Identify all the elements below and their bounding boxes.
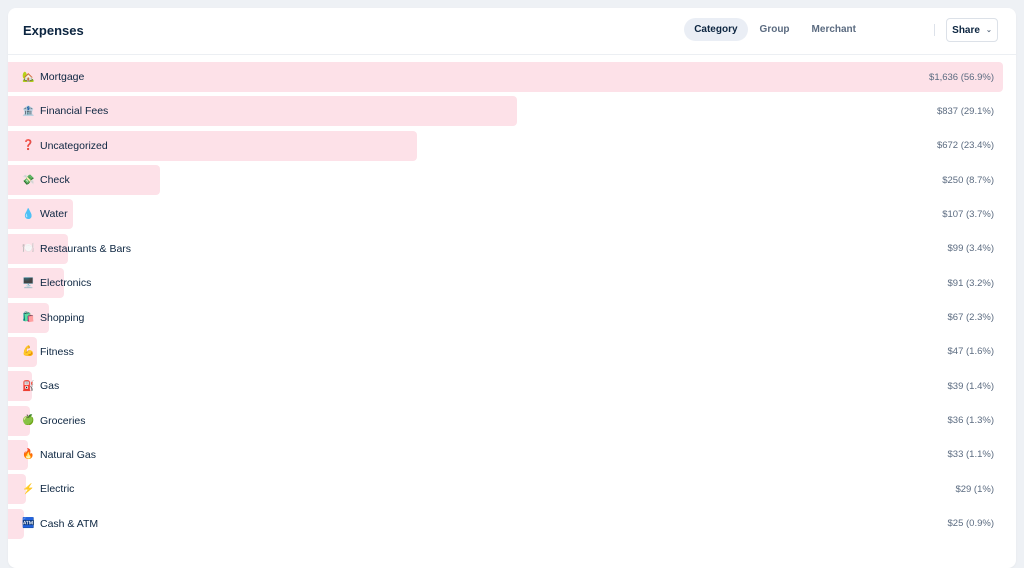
category-icon: 🛍️ [22, 312, 35, 324]
category-name: Fitness [40, 345, 74, 358]
category-amount: $1,636 (56.9%) [929, 71, 994, 83]
category-row[interactable]: 🔥 Natural Gas $33 (1.1%) [8, 439, 1016, 470]
category-icon: 💧 [22, 208, 35, 220]
category-label: 🛍️ Shopping [22, 303, 84, 333]
category-label: 🏧 Cash & ATM [22, 509, 98, 539]
category-name: Check [40, 174, 70, 187]
tab-category[interactable]: Category [684, 18, 748, 41]
category-amount: $672 (23.4%) [936, 140, 994, 152]
category-bar [8, 62, 1003, 92]
category-row[interactable]: 🍏 Groceries $36 (1.3%) [8, 405, 1016, 436]
category-amount: $250 (8.7%) [942, 174, 994, 186]
category-amount: $29 (1%) [955, 483, 994, 495]
category-row[interactable]: 💸 Check $250 (8.7%) [8, 165, 1016, 196]
category-icon: 🔥 [22, 449, 35, 461]
category-name: Electric [40, 483, 75, 496]
category-label: 🖥️ Electronics [22, 268, 91, 298]
category-label: ❓ Uncategorized [22, 131, 108, 161]
category-amount: $107 (3.7%) [942, 208, 994, 220]
category-label: 🍽️ Restaurants & Bars [22, 234, 131, 264]
category-name: Financial Fees [40, 105, 109, 118]
category-name: Restaurants & Bars [40, 242, 132, 255]
category-label: 🍏 Groceries [22, 406, 86, 436]
category-row[interactable]: 🛍️ Shopping $67 (2.3%) [8, 302, 1016, 333]
tab-merchant[interactable]: Merchant [802, 18, 866, 41]
category-label: 🔥 Natural Gas [22, 440, 96, 470]
category-name: Shopping [40, 311, 85, 324]
category-row[interactable]: 🖥️ Electronics $91 (3.2%) [8, 268, 1016, 299]
category-row[interactable]: ❓ Uncategorized $672 (23.4%) [8, 130, 1016, 161]
category-amount: $33 (1.1%) [947, 449, 994, 461]
category-amount: $99 (3.4%) [947, 243, 994, 255]
category-row[interactable]: ⚡ Electric $29 (1%) [8, 474, 1016, 505]
category-row[interactable]: 🏦 Financial Fees $837 (29.1%) [8, 96, 1016, 127]
category-icon: 💪 [22, 346, 35, 358]
category-amount: $36 (1.3%) [947, 415, 994, 427]
category-row[interactable]: 🏡 Mortgage $1,636 (56.9%) [8, 62, 1016, 92]
tab-group[interactable]: Group [750, 18, 800, 41]
category-row[interactable]: 🏧 Cash & ATM $25 (0.9%) [8, 508, 1016, 539]
category-label: ⛽ Gas [22, 371, 59, 401]
category-name: Mortgage [40, 71, 85, 83]
category-icon: 🍽️ [22, 243, 35, 255]
expenses-card: Expenses Category Group Merchant Share ⌄… [8, 8, 1016, 568]
category-icon: ⚡ [22, 483, 35, 495]
category-name: Gas [40, 380, 60, 393]
category-list: 🏡 Mortgage $1,636 (56.9%) 🏦 Financial Fees $8… [8, 62, 1016, 543]
category-name: Cash & ATM [40, 517, 99, 530]
category-amount: $25 (0.9%) [947, 518, 994, 530]
category-name: Water [40, 208, 68, 221]
category-row[interactable]: ⛽ Gas $39 (1.4%) [8, 371, 1016, 402]
card-header: Expenses Category Group Merchant Share ⌄ [8, 8, 1016, 55]
category-icon: ❓ [22, 140, 35, 152]
category-icon: 🍏 [22, 415, 35, 427]
category-label: 💪 Fitness [22, 337, 74, 367]
category-name: Groceries [40, 414, 86, 427]
category-icon: 🏡 [22, 71, 35, 83]
category-label: 💧 Water [22, 199, 68, 229]
category-amount: $837 (29.1%) [936, 105, 994, 117]
category-name: Electronics [40, 277, 92, 290]
category-icon: 🖥️ [22, 277, 35, 289]
share-label: Share [952, 24, 980, 36]
category-name: Uncategorized [40, 139, 108, 152]
category-label: 💸 Check [22, 165, 70, 195]
category-icon: ⛽ [22, 380, 35, 392]
category-icon: 🏧 [22, 518, 35, 530]
card-title: Expenses [23, 23, 84, 38]
category-label: ⚡ Electric [22, 474, 74, 504]
category-amount: $67 (2.3%) [947, 312, 994, 324]
category-amount: $47 (1.6%) [947, 346, 994, 358]
share-button[interactable]: Share ⌄ [946, 18, 998, 42]
view-toggle: Category Group Merchant [682, 18, 866, 41]
divider [934, 24, 935, 36]
chevron-down-icon: ⌄ [985, 27, 992, 34]
category-label: 🏦 Financial Fees [22, 96, 108, 126]
category-icon: 💸 [22, 174, 35, 186]
category-row[interactable]: 💪 Fitness $47 (1.6%) [8, 336, 1016, 367]
category-amount: $91 (3.2%) [947, 277, 994, 289]
category-row[interactable]: 🍽️ Restaurants & Bars $99 (3.4%) [8, 233, 1016, 264]
category-icon: 🏦 [22, 105, 35, 117]
category-row[interactable]: 💧 Water $107 (3.7%) [8, 199, 1016, 230]
category-label: 🏡 Mortgage [22, 62, 84, 92]
category-amount: $39 (1.4%) [947, 380, 994, 392]
category-name: Natural Gas [40, 448, 97, 461]
